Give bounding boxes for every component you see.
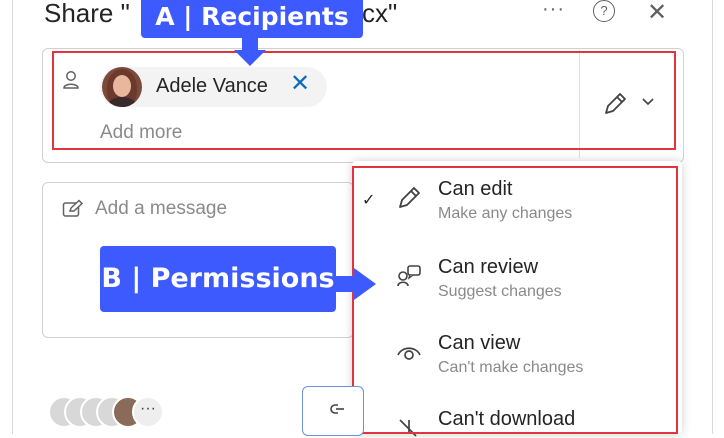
right-frame-border [712,0,713,434]
help-icon[interactable]: ? [593,0,615,22]
callout-permissions-arrow-icon [354,268,376,300]
message-placeholder[interactable]: Add a message [95,198,227,220]
close-icon[interactable]: ✕ [647,0,667,27]
callout-permissions: B | Permissions [100,246,336,312]
highlight-recipients [52,51,676,150]
dialog-title-suffix: cx" [362,0,398,28]
link-icon [330,404,344,414]
callout-recipients: A | Recipients [141,0,363,38]
dialog-title-prefix: Share " [44,0,130,28]
left-frame-border [12,0,13,434]
callout-recipients-arrow-icon [234,50,266,66]
callout-permissions-stem [336,276,356,292]
more-people-button[interactable]: ··· [132,396,164,428]
more-options-icon[interactable]: ··· [542,0,565,21]
highlight-permissions [352,166,678,434]
edit-note-icon [62,199,84,217]
